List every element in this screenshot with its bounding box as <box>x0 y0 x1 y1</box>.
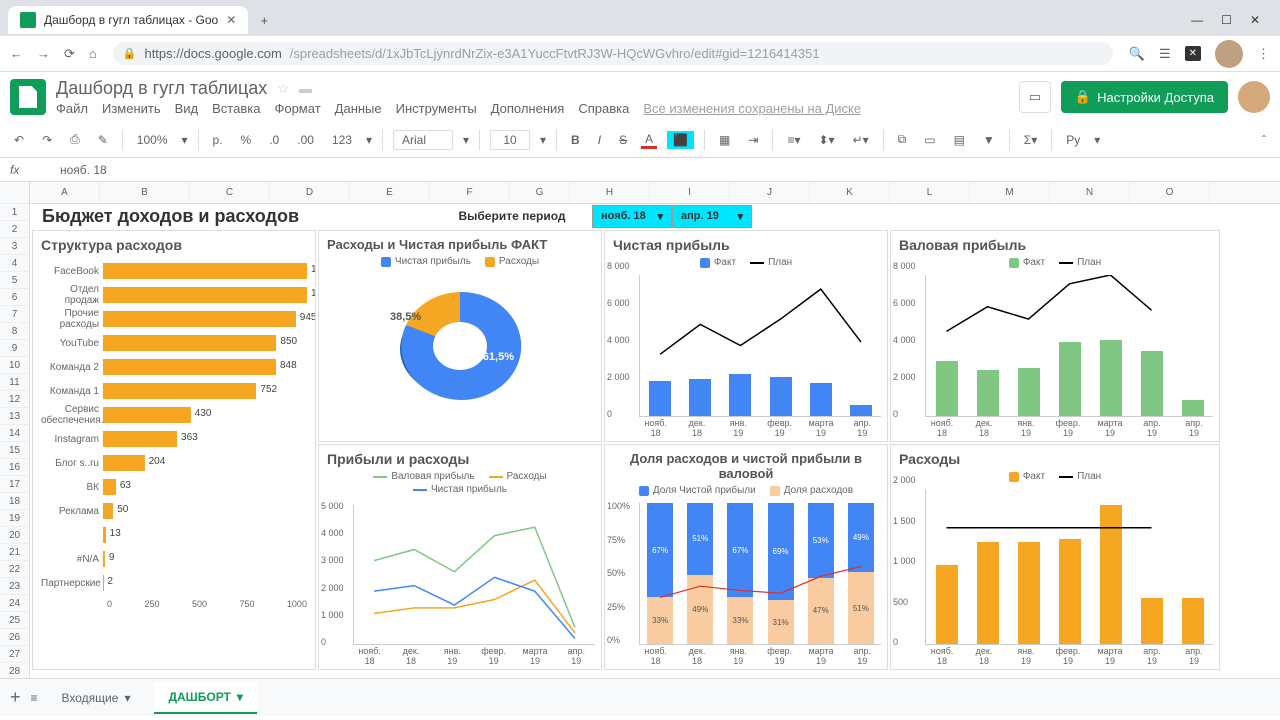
lock-icon: 🔒 <box>1075 89 1091 105</box>
star-icon[interactable]: ☆ <box>277 81 289 97</box>
fill-color-btn[interactable]: ⬛ <box>667 131 694 149</box>
formula-value[interactable]: нояб. 18 <box>60 163 107 177</box>
size-select[interactable]: 10 <box>490 130 530 150</box>
percent-btn[interactable]: % <box>237 131 256 149</box>
tab-title: Дашборд в гугл таблицах - Goo <box>44 13 218 27</box>
sheet-tabs: + ≡ Входящие▾ ДАШБОРТ▾ <box>0 678 1280 716</box>
chart-gross-profit: Валовая прибыль Факт План 02 0004 0006 0… <box>890 230 1220 442</box>
home-icon[interactable]: ⌂ <box>89 46 97 62</box>
dashboard: Бюджет доходов и расходов Выберите перио… <box>30 204 1280 670</box>
minimize-icon[interactable]: — <box>1191 13 1203 27</box>
period-to-select[interactable]: апр. 19▾ <box>672 205 752 228</box>
all-sheets-icon[interactable]: ≡ <box>31 691 38 705</box>
window-controls: — ☐ ✕ <box>1191 13 1272 27</box>
search-icon[interactable]: 🔍 <box>1129 46 1145 62</box>
share-button[interactable]: 🔒 Настройки Доступа <box>1061 81 1228 113</box>
period-label: Выберите период <box>432 209 592 223</box>
sheet-tab-1[interactable]: Входящие▾ <box>48 683 145 713</box>
sheets-header: Дашборд в гугл таблицах ☆ ▬ Файл Изменит… <box>0 72 1280 122</box>
num-format-btn[interactable]: 123 <box>328 131 356 149</box>
sigma-icon[interactable]: Σ▾ <box>1020 131 1041 149</box>
currency-btn[interactable]: р. <box>209 131 227 149</box>
url-path: /spreadsheets/d/1xJbTcLjynrdNrZix-e3A1Yu… <box>290 46 820 61</box>
menu-file[interactable]: Файл <box>56 101 88 116</box>
print-icon[interactable]: ⎙ <box>66 130 84 149</box>
chart-pnl-lines: Прибыли и расходы Валовая прибыль Расход… <box>318 444 602 670</box>
extension-icon[interactable]: ✕ <box>1185 46 1201 61</box>
chart-structure: Структура расходов FaceBook1014Отдел про… <box>32 230 316 670</box>
saved-status: Все изменения сохранены на Диске <box>643 101 861 116</box>
link-icon[interactable]: ⧉ <box>894 130 911 149</box>
new-tab-button[interactable]: + <box>252 8 276 32</box>
collapse-icon[interactable]: ˆ <box>1258 131 1270 149</box>
strike-btn[interactable]: S <box>615 131 631 149</box>
chart-expenses: Расходы Факт План 05001 0001 5002 000 но… <box>890 444 1220 670</box>
url-input[interactable]: 🔒 https://docs.google.com/spreadsheets/d… <box>113 42 1113 65</box>
chart-title: Расходы и Чистая прибыль ФАКТ <box>327 237 593 252</box>
back-icon[interactable]: ← <box>10 46 23 62</box>
redo-icon[interactable]: ↷ <box>38 131 56 149</box>
menu-tools[interactable]: Инструменты <box>396 101 477 116</box>
menu-edit[interactable]: Изменить <box>102 101 161 116</box>
wrap-icon[interactable]: ↵▾ <box>849 131 873 149</box>
menu-addons[interactable]: Дополнения <box>491 101 565 116</box>
bold-btn[interactable]: B <box>567 131 584 149</box>
borders-icon[interactable]: ▦ <box>715 131 734 149</box>
lang-btn[interactable]: Ру <box>1062 131 1084 149</box>
dec00-btn[interactable]: .00 <box>293 131 318 149</box>
sheets-logo-icon[interactable] <box>10 79 46 115</box>
forward-icon[interactable]: → <box>37 46 50 62</box>
row-headers: 1234567891011121314151617181920212223242… <box>0 182 30 678</box>
browser-tab-bar: Дашборд в гугл таблицах - Goo ✕ + — ☐ ✕ <box>0 0 1280 36</box>
maximize-icon[interactable]: ☐ <box>1221 13 1232 27</box>
zoom-select[interactable]: 100% <box>133 131 172 149</box>
reload-icon[interactable]: ⟳ <box>64 46 75 62</box>
close-icon[interactable]: ✕ <box>226 13 236 27</box>
menu-insert[interactable]: Вставка <box>212 101 260 116</box>
puzzle-icon[interactable]: ☰ <box>1159 46 1171 62</box>
user-avatar[interactable] <box>1238 81 1270 113</box>
doc-title[interactable]: Дашборд в гугл таблицах <box>56 78 267 99</box>
menu-help[interactable]: Справка <box>578 101 629 116</box>
text-color-btn[interactable]: A <box>641 130 657 149</box>
dashboard-title: Бюджет доходов и расходов <box>32 206 432 227</box>
paint-icon[interactable]: ✎ <box>94 131 112 149</box>
menu-format[interactable]: Формат <box>274 101 320 116</box>
formula-bar: fx нояб. 18 <box>0 158 1280 182</box>
comments-icon[interactable]: ▭ <box>1019 81 1051 113</box>
lock-icon: 🔒 <box>123 47 137 60</box>
font-select[interactable]: Arial <box>393 130 453 150</box>
kebab-icon[interactable]: ⋮ <box>1257 46 1270 62</box>
menu-data[interactable]: Данные <box>335 101 382 116</box>
close-window-icon[interactable]: ✕ <box>1250 13 1260 27</box>
period-from-select[interactable]: нояб. 18▾ <box>592 205 672 228</box>
filter-icon[interactable]: ▼ <box>979 131 999 149</box>
dec0-btn[interactable]: .0 <box>265 131 283 149</box>
chart-share-stacked: Доля расходов и чистой прибыли в валовой… <box>604 444 888 670</box>
col-headers: ABCDEFGHIJKLMNO <box>30 182 1280 204</box>
halign-icon[interactable]: ≡▾ <box>783 131 804 149</box>
url-host: https://docs.google.com <box>144 46 281 61</box>
browser-tab[interactable]: Дашборд в гугл таблицах - Goo ✕ <box>8 6 248 34</box>
sheets-favicon <box>20 12 36 28</box>
undo-icon[interactable]: ↶ <box>10 131 28 149</box>
valign-icon[interactable]: ⬍▾ <box>814 131 838 149</box>
folder-icon[interactable]: ▬ <box>299 81 312 96</box>
comment-icon[interactable]: ▭ <box>920 131 939 149</box>
chart-net-profit: Чистая прибыль Факт План 02 0004 0006 00… <box>604 230 888 442</box>
merge-icon[interactable]: ⇥ <box>744 131 762 149</box>
address-bar: ← → ⟳ ⌂ 🔒 https://docs.google.com/spread… <box>0 36 1280 72</box>
menu-view[interactable]: Вид <box>175 101 199 116</box>
menu-bar: Файл Изменить Вид Вставка Формат Данные … <box>56 101 861 116</box>
italic-btn[interactable]: I <box>594 131 605 149</box>
sheet-tab-2[interactable]: ДАШБОРТ▾ <box>154 682 256 714</box>
browser-avatar[interactable] <box>1215 40 1243 68</box>
chart-donut: Расходы и Чистая прибыль ФАКТ Чистая при… <box>318 230 602 442</box>
add-sheet-icon[interactable]: + <box>10 687 21 708</box>
chart-icon[interactable]: ▤ <box>950 131 969 149</box>
fx-label: fx <box>10 163 40 177</box>
toolbar: ↶ ↷ ⎙ ✎ 100%▾ р. % .0 .00 123▾ Arial▾ 10… <box>0 122 1280 158</box>
